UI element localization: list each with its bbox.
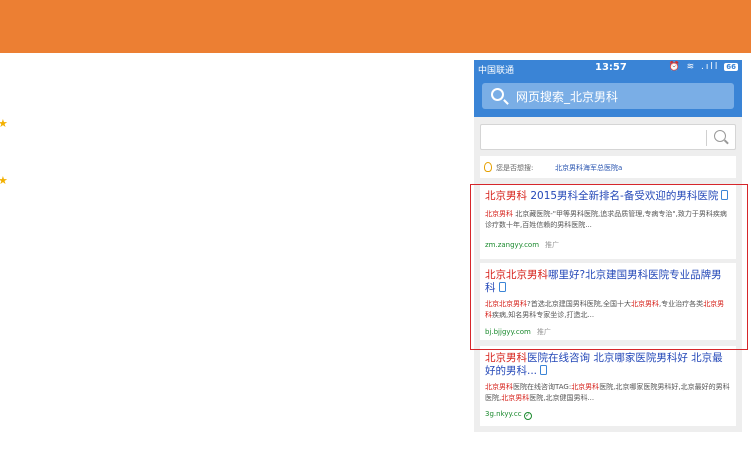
keyword-highlight: 北京男科 — [485, 352, 527, 364]
search-header: 网页搜索_北京男科 — [474, 77, 742, 117]
top-banner — [0, 0, 751, 53]
battery-icon: 66 — [724, 62, 738, 71]
search-result: 北京男科医院在线咨询 北京哪家医院男科好 北京最好的男科... 北京男科医院在线… — [480, 346, 736, 426]
snippet-text: 医院在线咨询TAG: — [513, 383, 572, 391]
result-url[interactable]: 3g.nkyy.cc ✓ — [485, 410, 532, 420]
query-suggestion: 您是否想搜: 北京男科海军总医院a — [480, 156, 736, 178]
search-icon[interactable] — [714, 130, 726, 142]
keyword-highlight: 北京男科 — [501, 394, 530, 402]
url-text: 3g.nkyy.cc — [485, 410, 522, 418]
keyword-highlight: 北京男科 — [571, 383, 600, 391]
status-bar: 中国联通 13:57 ⏰ ≋ .ıll 66 — [474, 60, 742, 77]
lightbulb-icon — [484, 162, 492, 172]
carrier-label: 中国联通 — [478, 66, 515, 76]
search-input[interactable] — [480, 124, 736, 150]
header-search-bar[interactable]: 网页搜索_北京男科 — [482, 83, 734, 109]
result-title-link[interactable]: 北京男科医院在线咨询 北京哪家医院男科好 北京最好的男科... — [485, 352, 731, 378]
highlight-frame — [470, 184, 748, 350]
status-icons: ⏰ ≋ .ıll 66 — [669, 62, 738, 72]
search-divider — [706, 130, 707, 146]
suggestion-prefix: 您是否想搜: — [496, 164, 534, 172]
star-icon: ★ — [0, 174, 8, 187]
mobile-icon — [540, 365, 548, 375]
search-icon — [491, 88, 504, 101]
result-snippet: 北京男科医院在线咨询TAG:北京男科医院,北京哪家医院男科好,北京最好的男科医院… — [485, 382, 731, 404]
star-icon: ★ — [0, 117, 8, 130]
header-search-text: 网页搜索_北京男科 — [516, 90, 619, 104]
alarm-wifi-signal-icon: ⏰ ≋ .ıll — [668, 62, 720, 72]
snippet-text: 医院,北京健国男科... — [529, 394, 595, 402]
status-time: 13:57 — [595, 62, 627, 73]
verified-check-icon: ✓ — [523, 412, 532, 420]
suggestion-link[interactable]: 北京男科海军总医院a — [555, 163, 622, 173]
keyword-highlight: 北京男科 — [485, 383, 513, 391]
